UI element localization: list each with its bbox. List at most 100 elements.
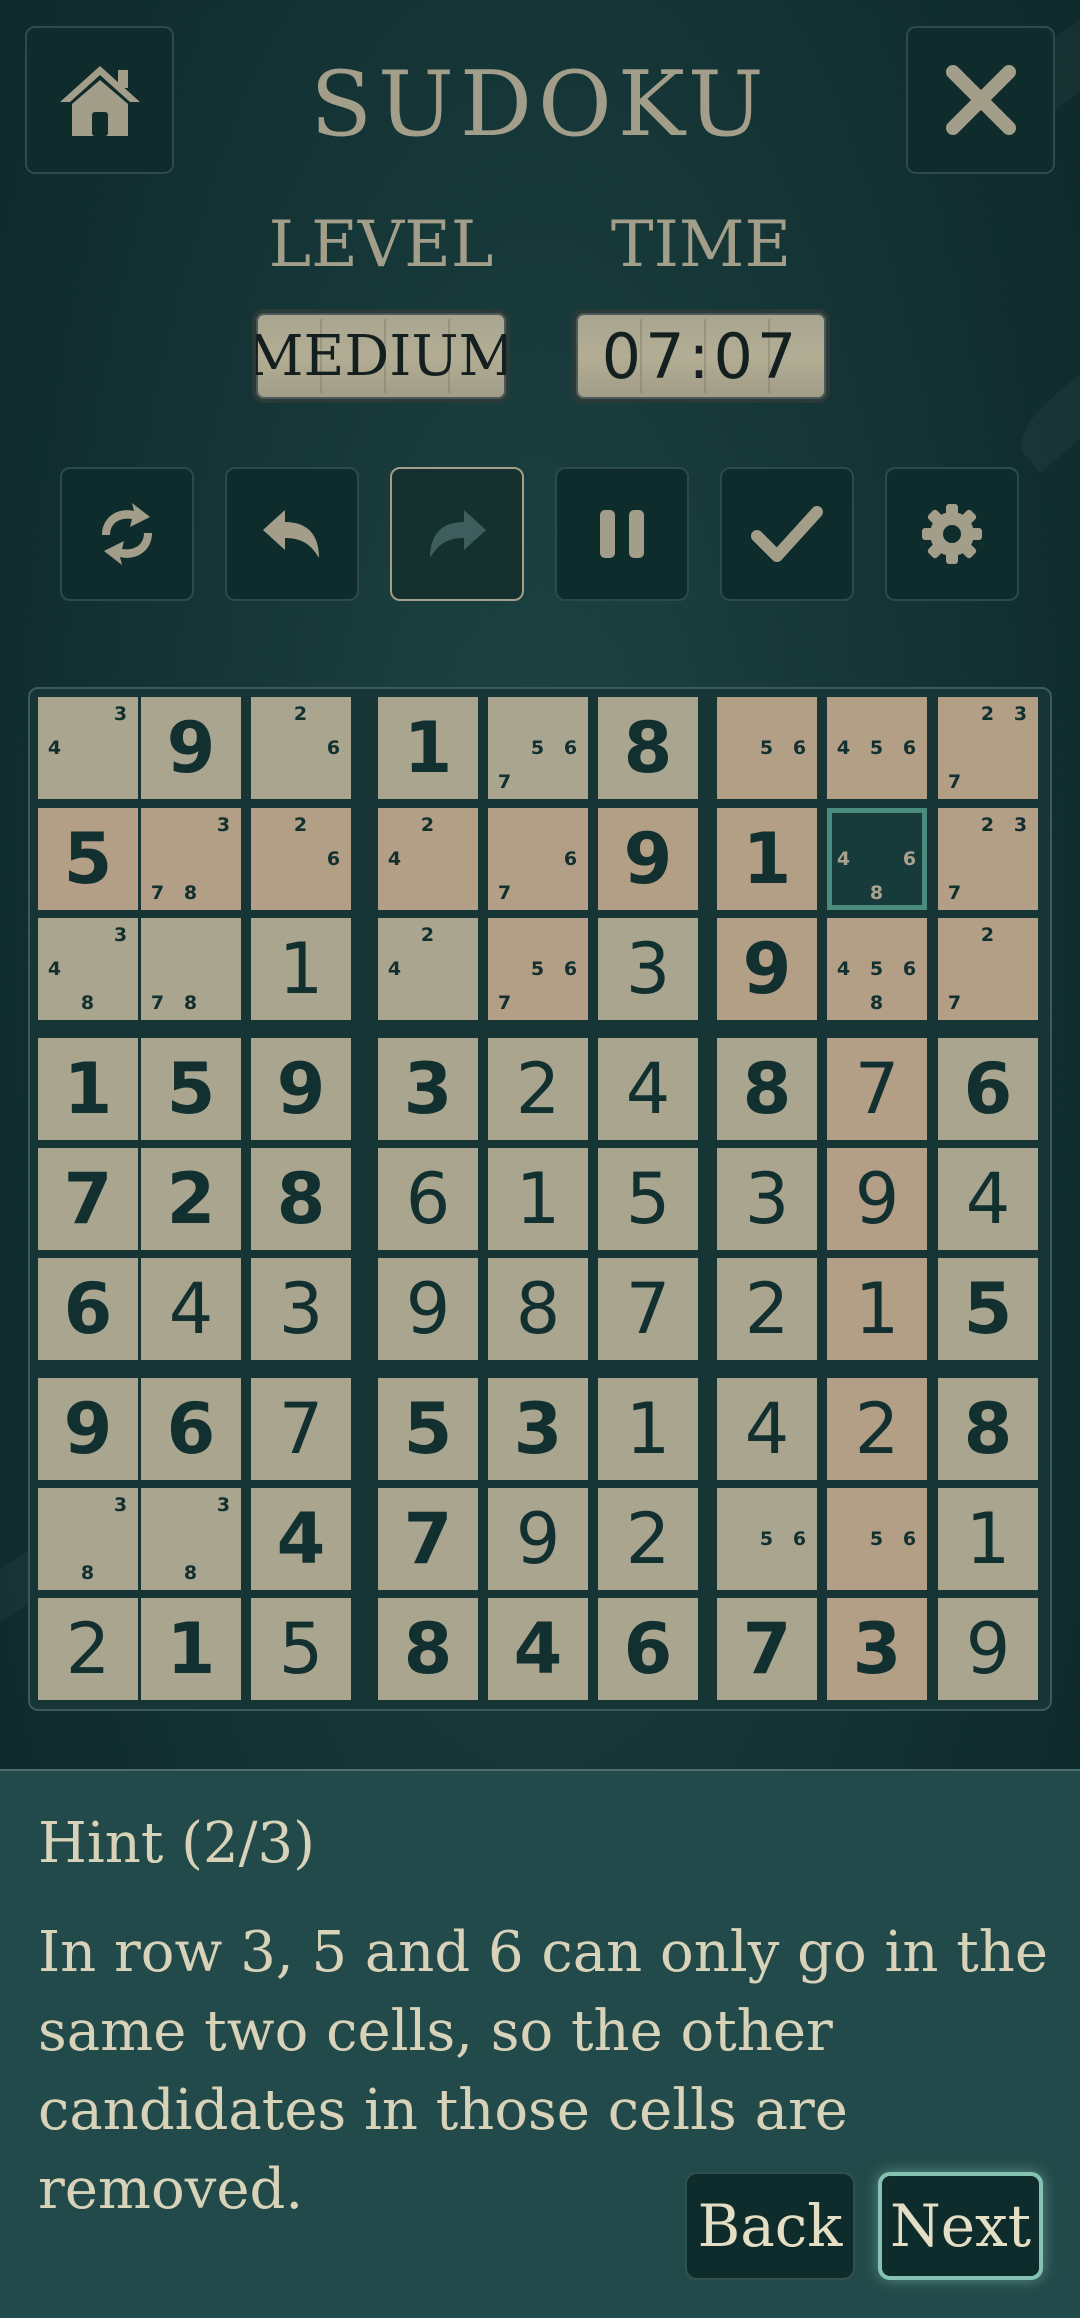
sudoku-cell[interactable]: 56 (717, 697, 817, 799)
sudoku-cell[interactable]: 8 (938, 1378, 1038, 1480)
sudoku-cell[interactable]: 2 (827, 1378, 927, 1480)
sudoku-cell[interactable]: 1 (938, 1488, 1038, 1590)
pause-button[interactable] (555, 467, 689, 601)
sudoku-cell[interactable]: 23 7 (938, 808, 1038, 910)
sudoku-cell[interactable]: 5 (598, 1148, 698, 1250)
sudoku-cell[interactable]: 4 (717, 1378, 817, 1480)
sudoku-cell[interactable]: 5 (938, 1258, 1038, 1360)
sudoku-cell[interactable]: 4 (938, 1148, 1038, 1250)
sudoku-cell[interactable]: 56 (827, 1488, 927, 1590)
sudoku-cell[interactable]: 8 (717, 1038, 817, 1140)
sudoku-cell[interactable]: 78 (141, 918, 241, 1020)
sudoku-cell[interactable]: 24 (378, 808, 478, 910)
sudoku-cell[interactable]: 8 (251, 1148, 351, 1250)
sudoku-cell[interactable]: 27 (938, 918, 1038, 1020)
sudoku-cell[interactable]: 5 (251, 1598, 351, 1700)
sudoku-cell[interactable]: 5 (38, 808, 138, 910)
sudoku-cell[interactable]: 7 (717, 1598, 817, 1700)
sudoku-cell[interactable]: 4 (251, 1488, 351, 1590)
sudoku-cell[interactable]: 24 (378, 918, 478, 1020)
sudoku-cell[interactable]: 9 (598, 808, 698, 910)
cell-candidate: 3 (1013, 814, 1028, 836)
cell-value: 5 (278, 1608, 324, 1690)
sudoku-cell[interactable]: 7 (378, 1488, 478, 1590)
sudoku-cell[interactable]: 456 (827, 697, 927, 799)
cell-value: 9 (515, 1498, 561, 1580)
sudoku-cell[interactable]: 2 (598, 1488, 698, 1590)
sudoku-cell[interactable]: 4 (488, 1598, 588, 1700)
sudoku-cell[interactable]: 2 (38, 1598, 138, 1700)
settings-button[interactable] (885, 467, 1019, 601)
close-button[interactable] (906, 26, 1055, 174)
cell-value: 8 (963, 1388, 1013, 1470)
sudoku-cell[interactable]: 56 7 (488, 918, 588, 1020)
cell-candidate: 5 (869, 737, 884, 759)
cell-candidate: 5 (759, 1528, 774, 1550)
shuffle-button[interactable] (60, 467, 194, 601)
sudoku-cell[interactable]: 3 48 (38, 918, 138, 1020)
sudoku-cell[interactable]: 2 (141, 1148, 241, 1250)
sudoku-cell[interactable]: 1 (598, 1378, 698, 1480)
sudoku-cell[interactable]: 56 7 (488, 697, 588, 799)
sudoku-cell[interactable]: 34 (38, 697, 138, 799)
sudoku-cell[interactable]: 38 (38, 1488, 138, 1590)
sudoku-cell[interactable]: 2 (488, 1038, 588, 1140)
sudoku-cell[interactable]: 2 (717, 1258, 817, 1360)
sudoku-cell[interactable]: 6 (38, 1258, 138, 1360)
sudoku-cell[interactable]: 9 (938, 1598, 1038, 1700)
undo-button[interactable] (225, 467, 359, 601)
sudoku-cell[interactable]: 8 (488, 1258, 588, 1360)
sudoku-cell[interactable]: 3 (378, 1038, 478, 1140)
sudoku-cell[interactable]: 4 (598, 1038, 698, 1140)
sudoku-cell[interactable]: 9 (827, 1148, 927, 1250)
sudoku-cell[interactable]: 3 78 (141, 808, 241, 910)
next-button[interactable]: Next (878, 2172, 1043, 2280)
sudoku-cell[interactable]: 9 (378, 1258, 478, 1360)
sudoku-cell[interactable]: 7 (38, 1148, 138, 1250)
selected-cell[interactable]: 4 68 (827, 808, 927, 910)
check-button[interactable] (720, 467, 854, 601)
sudoku-cell[interactable]: 7 (827, 1038, 927, 1140)
sudoku-cell[interactable]: 1 (378, 697, 478, 799)
sudoku-cell[interactable]: 1 (38, 1038, 138, 1140)
cell-value: 9 (742, 928, 792, 1010)
sudoku-cell[interactable]: 7 (251, 1378, 351, 1480)
sudoku-cell[interactable]: 9 (251, 1038, 351, 1140)
back-button[interactable]: Back (685, 2172, 855, 2280)
sudoku-cell[interactable]: 8 (598, 697, 698, 799)
sudoku-cell[interactable]: 1 (251, 918, 351, 1020)
sudoku-cell[interactable]: 3 (717, 1148, 817, 1250)
sudoku-cell[interactable]: 1 (141, 1598, 241, 1700)
sudoku-cell[interactable]: 1 (717, 808, 817, 910)
cell-value: 1 (515, 1158, 561, 1240)
redo-button[interactable] (390, 467, 524, 601)
cell-candidate: 2 (980, 814, 995, 836)
sudoku-cell[interactable]: 6 (938, 1038, 1038, 1140)
sudoku-cell[interactable]: 38 (141, 1488, 241, 1590)
sudoku-cell[interactable]: 5 (378, 1378, 478, 1480)
sudoku-cell[interactable]: 1 (488, 1148, 588, 1250)
sudoku-cell[interactable]: 3 (827, 1598, 927, 1700)
sudoku-cell[interactable]: 3 (251, 1258, 351, 1360)
sudoku-cell[interactable]: 8 (378, 1598, 478, 1700)
sudoku-cell[interactable]: 6 (378, 1148, 478, 1250)
sudoku-cell[interactable]: 67 (488, 808, 588, 910)
sudoku-cell[interactable]: 56 (717, 1488, 817, 1590)
sudoku-cell[interactable]: 6 (598, 1598, 698, 1700)
sudoku-cell[interactable]: 7 (598, 1258, 698, 1360)
sudoku-cell[interactable]: 26 (251, 697, 351, 799)
sudoku-cell[interactable]: 3 (598, 918, 698, 1020)
sudoku-cell[interactable]: 3 (488, 1378, 588, 1480)
sudoku-cell[interactable]: 9 (717, 918, 817, 1020)
sudoku-cell[interactable]: 9 (38, 1378, 138, 1480)
sudoku-cell[interactable]: 4568 (827, 918, 927, 1020)
cell-candidate: 7 (150, 992, 165, 1014)
sudoku-cell[interactable]: 23 7 (938, 697, 1038, 799)
sudoku-cell[interactable]: 9 (141, 697, 241, 799)
sudoku-cell[interactable]: 26 (251, 808, 351, 910)
sudoku-cell[interactable]: 4 (141, 1258, 241, 1360)
sudoku-cell[interactable]: 6 (141, 1378, 241, 1480)
sudoku-cell[interactable]: 1 (827, 1258, 927, 1360)
sudoku-cell[interactable]: 5 (141, 1038, 241, 1140)
sudoku-cell[interactable]: 9 (488, 1488, 588, 1590)
